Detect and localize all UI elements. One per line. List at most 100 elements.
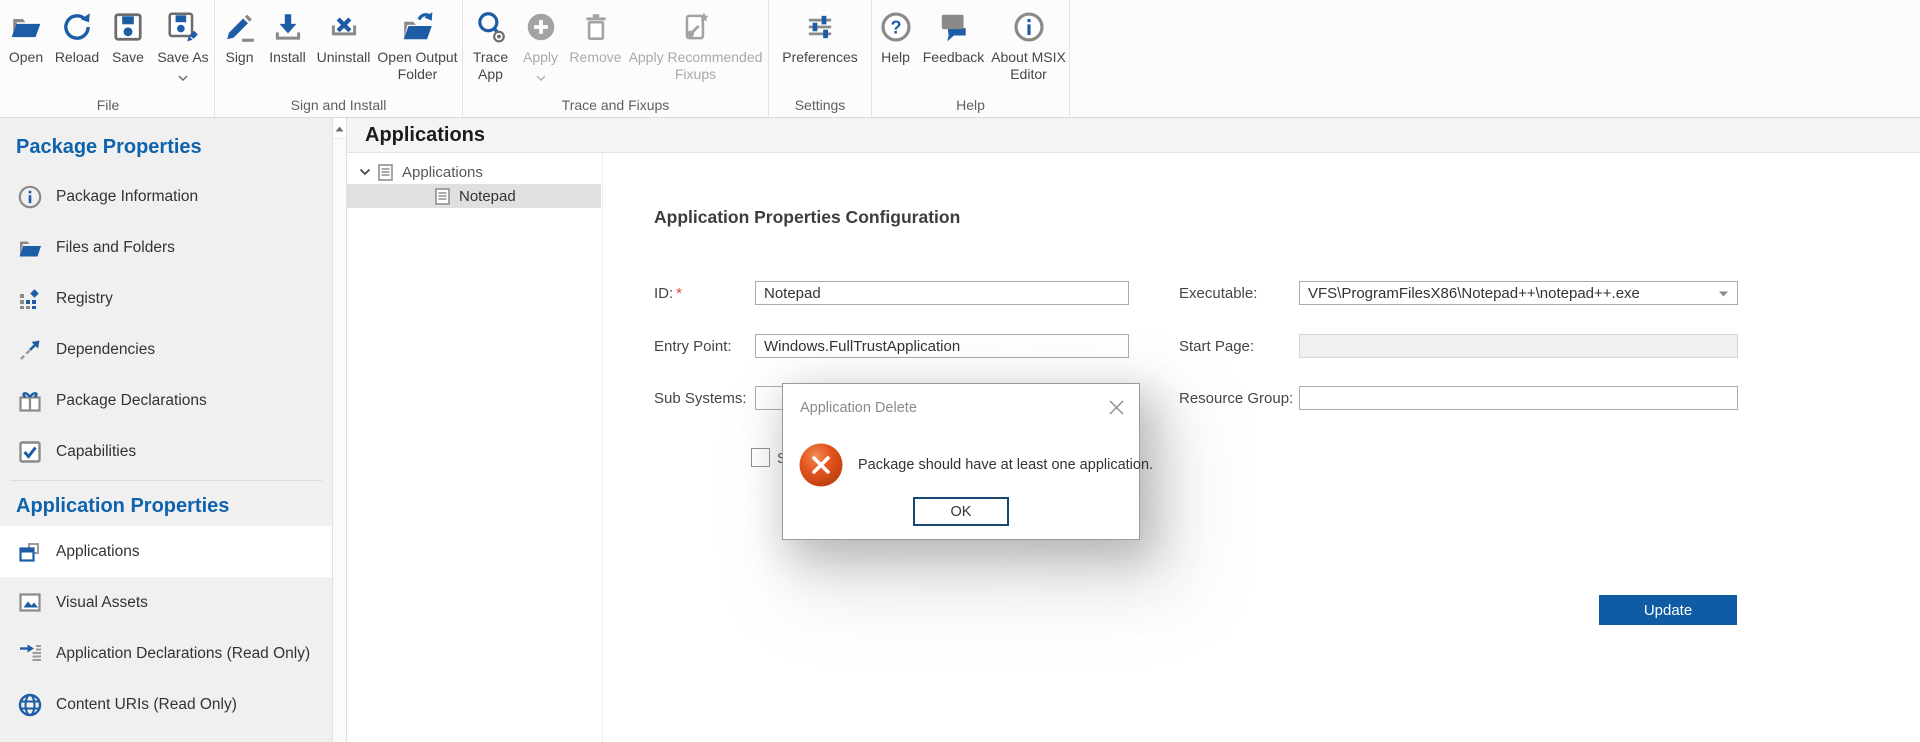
about-msix-editor-button[interactable]: About MSIX Editor	[989, 7, 1069, 83]
start-page-label: Start Page:	[1179, 338, 1254, 355]
required-asterisk: *	[676, 285, 682, 302]
sign-pencil-icon	[223, 7, 257, 47]
sidebar-item-package-information[interactable]: Package Information	[0, 171, 332, 222]
save-as-button[interactable]: Save As	[152, 7, 214, 86]
resource-group-input[interactable]	[1299, 386, 1738, 410]
close-icon[interactable]	[1107, 398, 1125, 416]
sidebar-item-content-uris-read-only[interactable]: Content URIs (Read Only)	[0, 679, 332, 730]
ribbon-toolbar: Open Reload Save Save As File Sign Install Unin…	[0, 0, 1920, 118]
document-icon	[435, 188, 450, 205]
remove-trash-icon	[579, 7, 613, 47]
folder-icon	[16, 234, 43, 261]
ribbon-button-label: Uninstall	[317, 49, 371, 66]
ribbon-group-label: Sign and Install	[215, 97, 462, 113]
svg-text:?: ?	[890, 17, 901, 37]
ribbon-button-label: Apply Recommended Fixups	[626, 49, 766, 83]
ribbon-button-label: Preferences	[782, 49, 857, 66]
ribbon-button-label: Install	[269, 49, 306, 66]
reload-button[interactable]: Reload	[50, 7, 104, 66]
ribbon-group-settings: PreferencesSettings	[769, 0, 872, 117]
apply-recommended-fixups-button: Apply Recommended Fixups	[626, 7, 766, 83]
ribbon-group-sign-and-install: Sign Install UninstallOpen Output Folder Si…	[215, 0, 463, 117]
scroll-up-arrow-icon	[335, 119, 344, 137]
feedback-button[interactable]: Feedback	[919, 7, 989, 66]
sidebar-item-label: Package Declarations	[56, 392, 207, 410]
ribbon-button-label: Help	[881, 49, 910, 66]
sidebar-section-divider	[10, 480, 322, 481]
resource-group-label: Resource Group:	[1179, 390, 1293, 407]
uninstall-cross-icon	[327, 7, 361, 47]
executable-combobox[interactable]: VFS\ProgramFilesX86\Notepad++\notepad++.…	[1299, 281, 1738, 305]
image-picture-icon	[16, 589, 43, 616]
sidebar-item-application-declarations-read-only[interactable]: Application Declarations (Read Only)	[0, 628, 332, 679]
open-button[interactable]: Open	[2, 7, 50, 66]
sidebar-item-visual-assets[interactable]: Visual Assets	[0, 577, 332, 628]
application-delete-dialog: Application Delete Package should have a…	[782, 383, 1140, 540]
fixups-wrench-icon	[679, 7, 713, 47]
remove-button: Remove	[566, 7, 626, 66]
apply-button: Apply	[516, 7, 566, 86]
ribbon-group-trace-and-fixups: Trace AppApplyRemoveApply Recommended Fi…	[463, 0, 769, 117]
ribbon-button-label: Feedback	[923, 49, 984, 66]
dialog-title: Application Delete	[800, 400, 917, 416]
update-button[interactable]: Update	[1599, 595, 1737, 625]
sidebar-item-dependencies[interactable]: Dependencies	[0, 324, 332, 375]
sidebar-item-label: Content URIs (Read Only)	[56, 696, 237, 714]
ribbon-group-file: Open Reload Save Save As File	[2, 0, 215, 117]
sidebar-item-applications[interactable]: Applications	[0, 526, 332, 577]
sidebar-scrollbar[interactable]	[332, 118, 347, 742]
save-icon	[111, 7, 145, 47]
msix-editor-window: Open Reload Save Save As File Sign Install Unin…	[0, 0, 1920, 742]
trace-app-button[interactable]: Trace App	[466, 7, 516, 83]
ribbon-button-label: Save As	[157, 49, 208, 66]
tree-node-label: Notepad	[459, 188, 516, 205]
id-input[interactable]	[755, 281, 1129, 305]
uninstall-button[interactable]: Uninstall	[313, 7, 375, 66]
help-button[interactable]: ? Help	[873, 7, 919, 66]
tree-node-applications[interactable]: Applications	[347, 160, 601, 184]
sidebar-item-files-and-folders[interactable]: Files and Folders	[0, 222, 332, 273]
chevron-down-icon[interactable]	[359, 168, 371, 176]
open-output-folder-button[interactable]: Open Output Folder	[375, 7, 461, 83]
trace-magnifier-icon	[474, 7, 508, 47]
dependency-arrow-icon	[16, 336, 43, 363]
sidebar-item-label: Registry	[56, 290, 113, 308]
ribbon-group-label: File	[2, 97, 214, 113]
ribbon-button-label: Reload	[55, 49, 99, 66]
scroll-up-button[interactable]	[333, 118, 346, 139]
sidebar-item-registry[interactable]: Registry	[0, 273, 332, 324]
ribbon-button-label: Trace App	[466, 49, 516, 83]
gift-box-icon	[16, 387, 43, 414]
id-label: ID:*	[654, 285, 682, 302]
applications-tree-panel: Applications Notepad	[347, 153, 603, 742]
ribbon-group-label: Trace and Fixups	[463, 97, 768, 113]
sidebar-item-package-declarations[interactable]: Package Declarations	[0, 375, 332, 426]
page-title: Applications	[365, 124, 485, 147]
sidebar-navigation: Package PropertiesPackage InformationFil…	[0, 118, 332, 742]
globe-icon	[16, 691, 43, 718]
ok-button[interactable]: OK	[913, 497, 1009, 526]
ribbon-group-help: ? HelpFeedback About MSIX Editor Help	[872, 0, 1070, 117]
preferences-button[interactable]: Preferences	[772, 7, 868, 66]
sign-button[interactable]: Sign	[217, 7, 263, 66]
save-button[interactable]: Save	[104, 7, 152, 66]
about-info-icon	[1012, 7, 1046, 47]
executable-value: VFS\ProgramFilesX86\Notepad++\notepad++.…	[1308, 285, 1640, 302]
form-title: Application Properties Configuration	[654, 207, 960, 228]
tree-node-label: Applications	[402, 164, 483, 181]
entry-point-label: Entry Point:	[654, 338, 732, 355]
open-output-folder-icon	[401, 7, 435, 47]
app-window-icon	[16, 538, 43, 565]
sidebar-item-label: Capabilities	[56, 443, 136, 461]
sidebar-item-label: Application Declarations (Read Only)	[56, 645, 310, 663]
help-question-icon: ?	[879, 7, 913, 47]
sidebar-item-capabilities[interactable]: Capabilities	[0, 426, 332, 477]
supports-checkbox[interactable]	[751, 448, 770, 467]
entry-point-input[interactable]	[755, 334, 1129, 358]
sidebar-item-label: Files and Folders	[56, 239, 175, 257]
preferences-sliders-icon	[803, 7, 837, 47]
install-button[interactable]: Install	[263, 7, 313, 66]
ribbon-button-label: Open	[9, 49, 43, 66]
tree-node-notepad[interactable]: Notepad	[347, 184, 601, 208]
chevron-down-icon	[178, 68, 188, 86]
